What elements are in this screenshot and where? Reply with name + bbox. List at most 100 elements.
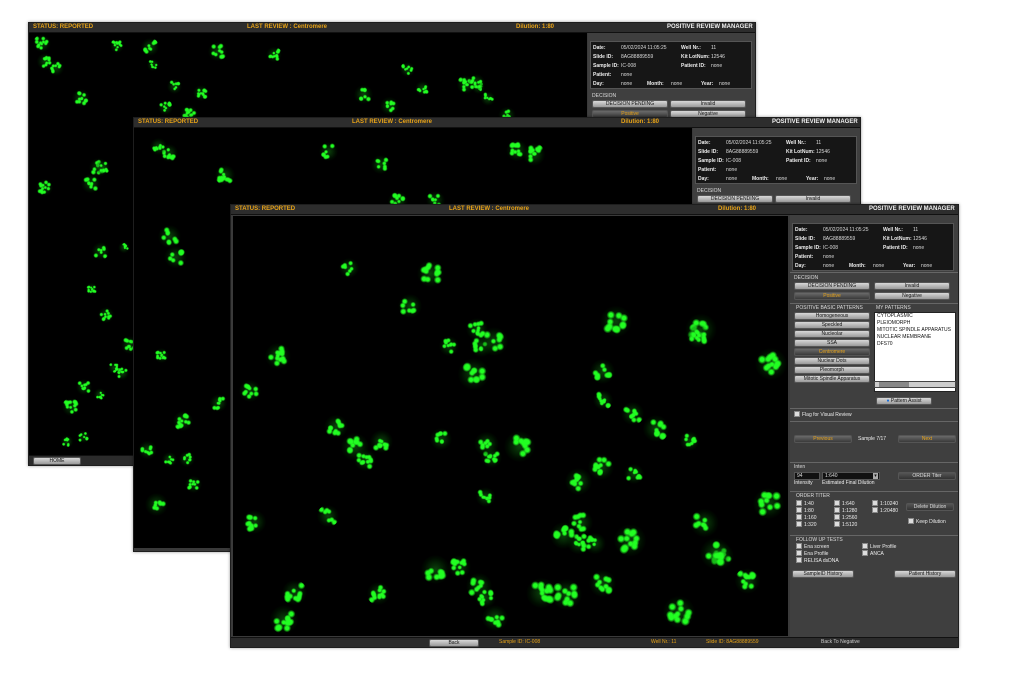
nucleus xyxy=(269,604,299,634)
next-button[interactable]: Next xyxy=(898,435,956,443)
flag-visual-review[interactable]: Flag for Visual Review xyxy=(794,411,852,418)
nucleus xyxy=(642,415,670,442)
pattern-button-ssa[interactable]: SSA xyxy=(794,339,870,347)
keep-dilution-checkbox[interactable]: Keep Dilution xyxy=(908,518,946,525)
divider xyxy=(790,408,958,409)
month-value: none xyxy=(873,263,885,269)
titer-checkbox[interactable]: 1:10240 xyxy=(872,500,898,507)
nucleus xyxy=(614,524,647,557)
pattern-assist-button[interactable]: ● Pattern Assist xyxy=(876,397,932,405)
nucleus xyxy=(475,487,496,507)
list-scrollbar[interactable] xyxy=(874,381,956,388)
dilution-select[interactable]: 1:640 ▾ xyxy=(822,472,880,480)
chevron-down-icon: ▾ xyxy=(873,473,878,479)
divider xyxy=(790,491,958,492)
decision-pending-button[interactable]: DECISION PENDING xyxy=(794,282,870,290)
titer-checkbox[interactable]: 1:20480 xyxy=(872,507,898,514)
my-pattern-item[interactable]: NUCLEAR MEMBRANE xyxy=(875,334,955,341)
invalid-button[interactable]: Invalid xyxy=(874,282,950,290)
basic-patterns-list: Homogeneous Speckled Nucleolar SSA Centromer… xyxy=(794,312,870,392)
my-pattern-item[interactable]: CYTOPLASMIC xyxy=(875,313,955,320)
slide-label: Slide ID: xyxy=(795,236,816,242)
nucleus xyxy=(209,394,228,413)
manager-title: POSITIVE REVIEW MANAGER xyxy=(667,24,753,30)
nucleus xyxy=(588,570,616,597)
patient-history-button[interactable]: Patient History xyxy=(894,570,956,578)
follow-up-liver-profile[interactable]: Liver Profile xyxy=(862,543,896,550)
nucleus xyxy=(564,467,592,495)
my-patterns-list[interactable]: CYTOPLASMIC PLEIOMORPH MITOTIC SPINDLE APP… xyxy=(874,312,956,392)
nucleus xyxy=(621,402,644,426)
pattern-button-homogeneous[interactable]: Homogeneous xyxy=(794,312,870,320)
checkbox-icon xyxy=(796,507,802,513)
nucleus xyxy=(367,582,390,605)
microscope-image[interactable] xyxy=(233,216,788,636)
checkbox-icon xyxy=(834,521,840,527)
dilution-text: Dilution: 1:80 xyxy=(718,206,757,212)
checkbox-icon xyxy=(908,518,914,524)
decision-pending-button[interactable]: DECISION PENDING xyxy=(592,100,668,108)
my-pattern-item[interactable]: DFS70 xyxy=(875,341,955,348)
pattern-button-pleomorph[interactable]: Pleomorph xyxy=(794,366,870,374)
status-bar: STATUS: REPORTED LAST REVIEW : Centromer… xyxy=(134,118,860,128)
my-pattern-item[interactable]: PLEIOMORPH xyxy=(875,320,955,327)
titer-checkbox[interactable]: 1:40 xyxy=(796,500,814,507)
nucleus xyxy=(93,388,107,401)
nucleus xyxy=(266,46,283,63)
back-to-negative-link[interactable]: Back To Negative xyxy=(821,639,860,645)
home-button[interactable]: HOME xyxy=(33,457,81,465)
follow-up-ena-profile[interactable]: Ena Profile xyxy=(796,550,828,557)
invalid-button[interactable]: Invalid xyxy=(670,100,746,108)
nucleus xyxy=(317,504,340,528)
pattern-button-centromere[interactable]: Centromere xyxy=(794,348,870,356)
nucleus xyxy=(282,579,308,605)
nucleus xyxy=(505,139,528,162)
follow-up-ena-screen[interactable]: Ena screen xyxy=(796,543,829,550)
pattern-button-nucleolar[interactable]: Nucleolar xyxy=(794,330,870,338)
decision-pending-button[interactable]: DECISION PENDING xyxy=(697,195,773,203)
checkbox-icon xyxy=(834,500,840,506)
info-box: Date: 05/02/2024 11:05:25 Well Nr.: 11 S… xyxy=(695,136,857,184)
titer-checkbox[interactable]: 1:1280 xyxy=(834,507,857,514)
order-titer-title: ORDER TITER xyxy=(796,493,830,499)
negative-button[interactable]: Negative xyxy=(874,292,950,300)
nucleus xyxy=(60,434,74,448)
nucleus xyxy=(369,430,393,454)
info-box: Date: 05/02/2024 11:05:25 Well Nr.: 11 S… xyxy=(792,223,954,271)
titer-checkbox[interactable]: 1:160 xyxy=(796,514,817,521)
follow-up-relisa-dsdna[interactable]: RELISA dsDNA xyxy=(796,557,839,564)
titer-checkbox[interactable]: 1:2560 xyxy=(834,514,857,521)
delete-dilution-button[interactable]: Delete Dilution xyxy=(906,503,954,511)
nucleus xyxy=(94,159,110,175)
nucleus xyxy=(588,453,615,480)
side-panel: Date: 05/02/2024 11:05:25 Well Nr.: 11 S… xyxy=(790,215,958,637)
pattern-button-mitotic-spindle-apparatus[interactable]: Mitotic Spindle Apparatus xyxy=(794,375,870,383)
pattern-button-speckled[interactable]: Speckled xyxy=(794,321,870,329)
pattern-button-nuclear-dots[interactable]: Nuclear Dots xyxy=(794,357,870,365)
order-titer-button[interactable]: ORDER Titer xyxy=(898,472,956,480)
previous-button[interactable]: Previous xyxy=(794,435,852,443)
titer-checkbox[interactable]: 1:320 xyxy=(796,521,817,528)
titer-checkbox[interactable]: 1:5120 xyxy=(834,521,857,528)
nucleus xyxy=(679,430,700,451)
nucleus xyxy=(150,138,167,156)
nucleus xyxy=(36,53,54,70)
status-bar: STATUS: REPORTED LAST REVIEW : Centromer… xyxy=(29,23,755,33)
nucleus xyxy=(421,555,450,584)
nucleus xyxy=(589,358,615,385)
manager-title: POSITIVE REVIEW MANAGER xyxy=(772,119,858,125)
well-label: Well Nr.: xyxy=(883,227,903,233)
intensity-value[interactable]: 94 xyxy=(794,472,820,480)
status-text: STATUS: REPORTED xyxy=(235,206,296,212)
follow-up-anca[interactable]: ANCA xyxy=(862,550,884,557)
sample-history-button[interactable]: SampleID History xyxy=(792,570,854,578)
back-button[interactable]: Back xyxy=(429,639,479,647)
positive-button[interactable]: Positive xyxy=(794,292,870,300)
invalid-button[interactable]: Invalid xyxy=(775,195,851,203)
status-text: STATUS: REPORTED xyxy=(33,24,94,30)
titer-checkbox[interactable]: 1:640 xyxy=(834,500,855,507)
my-pattern-item[interactable]: MITOTIC SPINDLE APPARATUS xyxy=(875,327,955,334)
titer-checkbox[interactable]: 1:80 xyxy=(796,507,814,514)
nucleus xyxy=(399,61,415,77)
nucleus xyxy=(447,555,471,578)
